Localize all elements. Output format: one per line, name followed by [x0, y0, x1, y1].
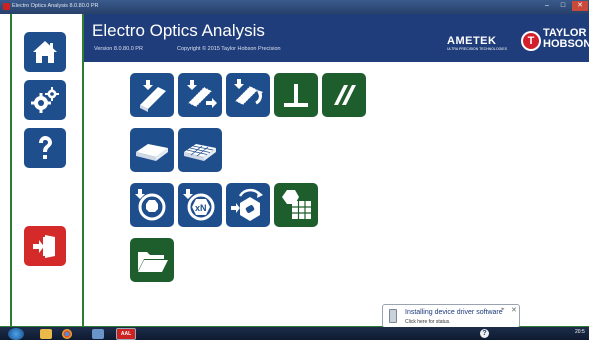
driver-install-notification[interactable]: Installing device driver software Click …: [382, 304, 520, 328]
file-explorer-icon[interactable]: [40, 329, 52, 339]
system-tray: ?: [480, 329, 494, 338]
taylor-hobson-line2: HOBSON: [543, 38, 589, 50]
minimize-button[interactable]: –: [540, 1, 554, 11]
svg-text:xN: xN: [195, 203, 207, 213]
taylor-hobson-name: TAYLOR HOBSON: [543, 28, 589, 50]
multi-facet-button[interactable]: xN: [178, 183, 222, 227]
window-title-bar: Electro Optics Analysis 8.0.80.0 PR – □ …: [0, 0, 589, 14]
parallelism-button[interactable]: [322, 73, 366, 117]
window-grid-icon: [184, 144, 216, 161]
turntable-button[interactable]: [226, 183, 270, 227]
ametek-logo: AMETEK: [447, 35, 497, 47]
window-title: Electro Optics Analysis 8.0.80.0 PR: [12, 3, 99, 9]
version-text: Version 8.0.80.0 PR: [94, 46, 143, 52]
close-button[interactable]: ✕: [572, 1, 588, 11]
taskbar: AAL ? 20:5: [0, 327, 589, 340]
app-window: Electro Optics Analysis 8.0.80.0 PR – □ …: [0, 0, 589, 340]
multi-facet-icon: xN: [183, 189, 215, 221]
sidebar: [10, 14, 84, 326]
exit-door-icon: [33, 235, 55, 258]
exit-button[interactable]: [24, 226, 66, 266]
window-single-icon: [136, 144, 168, 161]
copyright-text: Copyright © 2015 Taylor Hobson Precision: [177, 46, 281, 52]
taskbar-app-button[interactable]: AAL: [116, 328, 136, 340]
app-icon: [3, 3, 10, 10]
maximize-button[interactable]: □: [556, 1, 570, 11]
taylor-hobson-logo-icon: T: [521, 31, 541, 51]
polygon-table-icon: [282, 190, 311, 219]
paint-icon[interactable]: [92, 329, 104, 339]
ametek-tagline: ULTRA PRECISION TECHNOLOGIES: [447, 47, 507, 51]
settings-button[interactable]: [24, 80, 66, 120]
app-header: Electro Optics Analysis Version 8.0.80.0…: [84, 14, 589, 62]
notification-title: Installing device driver software: [405, 309, 503, 316]
open-folder-icon: [138, 252, 168, 272]
clock[interactable]: 20:5: [575, 329, 585, 335]
help-tray-icon[interactable]: ?: [480, 329, 489, 338]
start-button[interactable]: [8, 328, 24, 340]
polygon-table-button[interactable]: [274, 183, 318, 227]
prism-rotate-button[interactable]: [226, 73, 270, 117]
rotate-part-icon: [135, 189, 166, 221]
notification-subtitle: Click here for status.: [405, 319, 451, 325]
prism-flip-icon: [187, 80, 217, 108]
help-button[interactable]: [24, 128, 66, 168]
open-folder-button[interactable]: [130, 238, 174, 282]
browser-icon[interactable]: [62, 329, 72, 339]
notification-close-icon[interactable]: ✕: [511, 306, 517, 314]
prism-rotate-icon: [234, 79, 263, 106]
prism-flip-button[interactable]: [178, 73, 222, 117]
notification-pin-icon[interactable]: ⌖: [501, 307, 504, 314]
window-single-button[interactable]: [130, 128, 174, 172]
home-button[interactable]: [24, 32, 66, 72]
app-title: Electro Optics Analysis: [92, 21, 265, 40]
perpendicularity-button[interactable]: [274, 73, 318, 117]
window-grid-button[interactable]: [178, 128, 222, 172]
turntable-icon: [231, 188, 263, 221]
device-icon: [389, 309, 397, 323]
rotate-part-button[interactable]: [130, 183, 174, 227]
question-icon: [39, 136, 52, 159]
perpendicularity-icon: [284, 84, 308, 107]
parallelism-icon: [334, 85, 356, 105]
taylor-hobson-mark: T: [523, 33, 539, 49]
gears-icon: [31, 87, 59, 113]
prism-measure-icon: [140, 80, 166, 112]
prism-measure-button[interactable]: [130, 73, 174, 117]
home-icon: [33, 41, 57, 63]
